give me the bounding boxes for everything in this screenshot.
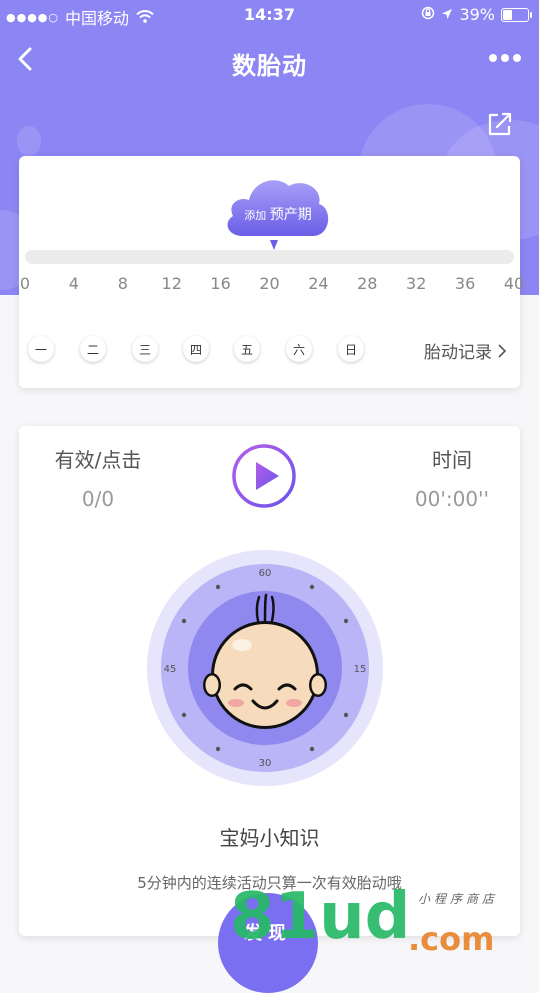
- start-counting-button[interactable]: [231, 443, 297, 509]
- week-tick-label: 20: [259, 274, 280, 293]
- location-arrow-icon: [441, 5, 453, 24]
- pregnancy-week-track[interactable]: [25, 250, 514, 264]
- due-date-text: 预产期: [269, 207, 312, 223]
- fetal-movement-counter-card: 有效/点击 0/0 时间 00':00'' 60 15 30 45 宝妈小知识 …: [19, 426, 520, 936]
- dial-label-60: 60: [259, 568, 272, 579]
- battery-level-fill: [503, 9, 512, 20]
- watermark-letters: 81ud: [230, 880, 411, 954]
- record-link-label: 胎动记录: [424, 343, 492, 363]
- week-tick-labels: 0 4 8 12 16 20 24 28 32 36 40: [19, 274, 524, 296]
- weekday-7-button[interactable]: 日: [338, 336, 364, 362]
- week-tick-label: 24: [308, 274, 329, 293]
- play-icon: [232, 444, 296, 508]
- chevron-right-icon: [498, 343, 507, 358]
- week-tick-label: 12: [161, 274, 182, 293]
- rotation-lock-icon: [421, 5, 435, 24]
- effective-clicks-value: 0/0: [81, 487, 115, 511]
- dial-label-30: 30: [259, 758, 272, 769]
- timer-dial: 60 15 30 45: [146, 549, 384, 787]
- effective-clicks-stat: 有效/点击 0/0: [44, 444, 152, 511]
- battery-percent: 39%: [459, 5, 495, 24]
- elapsed-time-label: 时间: [432, 448, 472, 472]
- week-tick-label: 0: [19, 274, 31, 293]
- week-tick-label: 40: [503, 274, 525, 293]
- page-title: 数胎动: [232, 52, 307, 80]
- pregnancy-week-card: 添加 预产期 0 4 8 12 16 20 24 28 32 36 40 一二三四五六日 胎动记录: [19, 156, 524, 388]
- decor-bubble: [17, 126, 41, 156]
- week-tick-label: 8: [117, 274, 128, 293]
- tips-title: 宝妈小知识: [219, 826, 320, 850]
- fetal-movement-record-link[interactable]: 胎动记录: [424, 338, 508, 363]
- dot-icon: [513, 54, 521, 62]
- weekday-6-button[interactable]: 六: [286, 336, 312, 362]
- week-tick-label: 4: [68, 274, 79, 293]
- more-options-button[interactable]: [489, 54, 521, 62]
- weekday-4-button[interactable]: 四: [183, 336, 209, 362]
- add-due-date-button[interactable]: 添加 预产期: [223, 174, 333, 240]
- weekday-1-button[interactable]: 一: [28, 336, 54, 362]
- share-button[interactable]: [485, 109, 515, 139]
- weekday-5-button[interactable]: 五: [234, 336, 260, 362]
- watermark-tagline: 小程序商店: [418, 892, 499, 906]
- clock-dial-icon: 60 15 30 45: [147, 550, 383, 786]
- weekday-3-button[interactable]: 三: [132, 336, 158, 362]
- watermark-domain: .com: [408, 920, 495, 958]
- dial-label-45: 45: [164, 664, 177, 675]
- week-tick-label: 32: [406, 274, 427, 293]
- dot-icon: [501, 54, 509, 62]
- elapsed-time-value: 00':00'': [414, 487, 490, 511]
- dial-label-15: 15: [354, 664, 367, 675]
- elapsed-time-stat: 时间 00':00'': [397, 444, 507, 511]
- dot-icon: [489, 54, 497, 62]
- week-tick-label: 36: [454, 274, 476, 293]
- battery-icon: [501, 7, 532, 22]
- share-icon: [488, 112, 512, 136]
- watermark: 81ud .com 小程序商店: [230, 880, 530, 960]
- week-tick-label: 28: [357, 274, 378, 293]
- status-bar: ●●●●○ 中国移动 14:37 39%: [0, 0, 539, 30]
- weekday-2-button[interactable]: 二: [80, 336, 106, 362]
- effective-clicks-label: 有效/点击: [54, 448, 142, 472]
- due-date-label: 添加 预产期: [223, 204, 333, 224]
- week-tick-label: 16: [210, 274, 231, 293]
- add-prefix: 添加: [244, 209, 267, 222]
- navigation-bar: 数胎动: [0, 36, 539, 86]
